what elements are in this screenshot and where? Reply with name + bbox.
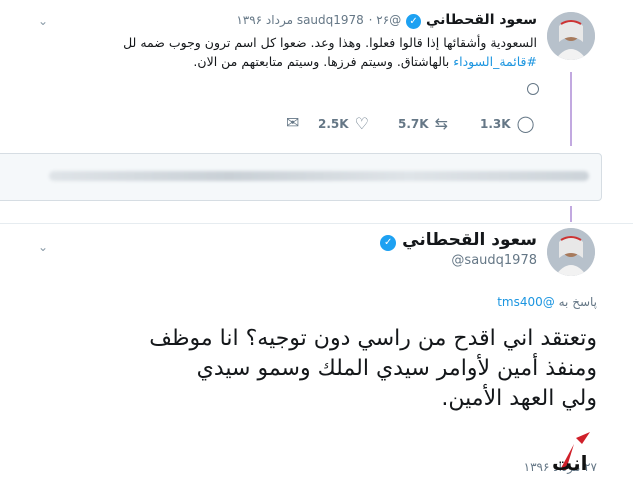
chevron-down-icon[interactable]: ⌄ — [38, 240, 48, 254]
retweet-icon: ⇆ — [434, 114, 448, 133]
dm-button[interactable]: ✉ — [278, 113, 299, 132]
thread-line-bottom — [570, 206, 572, 222]
tweet2-line2: ومنفذ أمين لأوامر سيدي الملك وسمو سيدي — [196, 356, 597, 381]
reply-icon: ◯ — [516, 114, 535, 133]
globe-icon — [527, 83, 539, 95]
tweet2-text: وتعتقد اني اقدح من راسي دون توجيه؟ انا م… — [7, 324, 597, 414]
thread-line — [570, 72, 572, 146]
divider — [0, 223, 633, 224]
hashtag-link[interactable]: #قائمة_السوداء — [453, 54, 537, 69]
like-count: 2.5K — [318, 116, 349, 131]
tweet1-header: سعود القحطاني ✓ @saudq1978 · ۲۶ مرداد ۱۳… — [236, 12, 537, 29]
avatar[interactable] — [547, 228, 595, 276]
author-name[interactable]: سعود القحطاني — [402, 230, 537, 250]
avatar[interactable] — [547, 12, 595, 60]
retweet-count: 5.7K — [398, 116, 429, 131]
reply-input[interactable] — [0, 153, 602, 201]
tweet1-line1: السعودية وأشقائها إذا قالوا فعلوا. وهذا … — [123, 35, 537, 50]
tweet1-line2: #قائمة_السوداء بالهاشتاق. وسيتم فرزها. و… — [193, 54, 537, 69]
tweet2-line3: ولي العهد الأمين. — [441, 386, 597, 411]
author-handle[interactable]: @saudq1978 — [451, 253, 537, 268]
verified-icon: ✓ — [406, 14, 422, 29]
replying-label: پاسخ به — [558, 295, 597, 309]
tweet2-header: سعود القحطاني ✓ — [380, 230, 537, 251]
svg-text:انت: انت — [552, 451, 588, 475]
like-button[interactable]: 2.5K ♡ — [318, 114, 369, 133]
heart-icon: ♡ — [354, 114, 369, 133]
envelope-icon: ✉ — [286, 113, 300, 132]
tweet1-text: السعودية وأشقائها إذا قالوا فعلوا. وهذا … — [17, 33, 537, 71]
reply-button[interactable]: 1.3K ◯ — [480, 114, 534, 133]
tweet2-line1: وتعتقد اني اقدح من راسي دون توجيه؟ انا م… — [149, 326, 597, 351]
blurred-text — [49, 171, 589, 181]
chevron-down-icon[interactable]: ⌄ — [38, 14, 48, 28]
retweet-button[interactable]: 5.7K ⇆ — [398, 114, 448, 133]
watermark-logo: انت — [546, 430, 602, 478]
replying-to: پاسخ به @tms400 — [497, 295, 597, 309]
verified-icon: ✓ — [380, 235, 397, 251]
author-name[interactable]: سعود القحطاني — [426, 12, 537, 28]
reply-count: 1.3K — [480, 116, 511, 131]
replying-handle-link[interactable]: @tms400 — [497, 295, 555, 309]
